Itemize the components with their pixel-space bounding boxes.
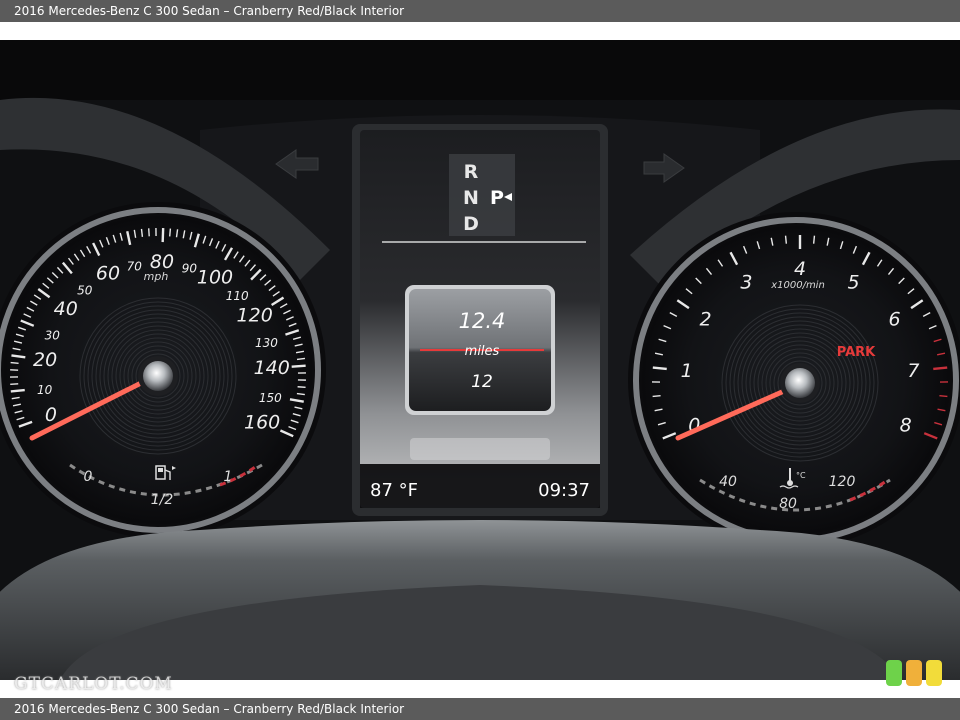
speedo-label: 40 — [54, 298, 78, 320]
speedo-tick — [297, 386, 306, 389]
fuel-full-label: 1 — [224, 469, 233, 485]
coolant-high-label: 120 — [829, 474, 856, 490]
speedo-tick — [296, 392, 305, 396]
svg-text:°C: °C — [796, 471, 806, 480]
speedo-label: 50 — [77, 284, 93, 298]
speed-unit: mph — [144, 270, 169, 283]
speedo-label: 20 — [33, 349, 57, 371]
tach-label: 8 — [900, 415, 912, 437]
speedo-tick — [10, 361, 19, 365]
speedo-label: 110 — [226, 289, 249, 303]
gear-n: N — [463, 187, 479, 209]
tachometer: 012345678 x1000/min PARK 40 80 120 °C — [628, 212, 960, 548]
trip-distance: 12.4 — [459, 309, 506, 333]
tach-label: 3 — [740, 271, 752, 293]
tach-label: 7 — [907, 360, 919, 382]
speedo-label: 100 — [197, 266, 233, 288]
gear-p: P — [490, 187, 504, 209]
tach-tick — [652, 366, 667, 371]
trip-unit: miles — [465, 344, 500, 359]
tach-label: 6 — [888, 308, 900, 330]
tach-tick — [939, 394, 948, 398]
speedo-label: 130 — [255, 336, 278, 350]
fuel-half-label: 1/2 — [151, 492, 174, 508]
speedo-label: 120 — [237, 305, 273, 327]
tach-label: 4 — [794, 258, 806, 280]
gear-d: D — [463, 213, 479, 235]
speedo-label: 30 — [45, 328, 61, 342]
speedo-tick — [10, 388, 25, 393]
tach-tick — [784, 235, 788, 244]
coolant-low-label: 40 — [719, 474, 737, 490]
outside-temperature: 87 °F — [370, 480, 418, 501]
amber-light-icon — [906, 660, 922, 686]
tach-label: 2 — [699, 308, 711, 330]
speedo-label: 0 — [45, 404, 57, 426]
tach-unit: x1000/min — [770, 280, 825, 291]
speedo-label: 60 — [96, 263, 120, 285]
gear-r: R — [464, 161, 479, 183]
trip-card: 12.4 miles 12 — [405, 285, 555, 415]
instrument-cluster-photo: 0 10 20 30 40 50 60 70 80 90 100 110 120 130 140 150 160… — [0, 40, 960, 680]
coolant-mid-label: 80 — [779, 496, 797, 512]
tach-label: 5 — [847, 271, 859, 293]
speedo-tick — [169, 228, 172, 237]
speedo-label: 140 — [254, 357, 290, 379]
tach-tick — [933, 366, 948, 371]
speedo-tick — [148, 228, 150, 237]
trip-secondary-value: 12 — [471, 372, 493, 392]
caption-bottom: 2016 Mercedes-Benz C 300 Sedan – Cranber… — [0, 698, 960, 720]
speedo-tick — [296, 357, 306, 361]
fuel-empty-label: 0 — [84, 469, 93, 485]
caption-top: 2016 Mercedes-Benz C 300 Sedan – Cranber… — [0, 0, 960, 22]
gear-indicator: R N P D — [449, 154, 515, 236]
speedo-label: 10 — [37, 383, 53, 397]
speedo-label: 90 — [182, 261, 198, 275]
tach-tick — [652, 394, 661, 398]
speedo-label: 160 — [244, 411, 280, 433]
speedo-label: 150 — [259, 391, 282, 405]
tach-label: 1 — [681, 360, 693, 382]
speedo-label: 70 — [127, 259, 143, 273]
speedometer: 0102030405060 70 80 90 100110120130140150160… — [0, 202, 326, 538]
park-status: PARK — [837, 345, 876, 360]
green-light-icon — [886, 660, 902, 686]
gtcarlot-watermark: GTCARLOT.COM — [14, 674, 173, 694]
tach-tick — [812, 235, 816, 244]
speedo-tick — [291, 364, 306, 368]
speedo-tick — [140, 228, 144, 237]
clock: 09:37 — [538, 480, 590, 501]
yellow-light-icon — [926, 660, 942, 686]
